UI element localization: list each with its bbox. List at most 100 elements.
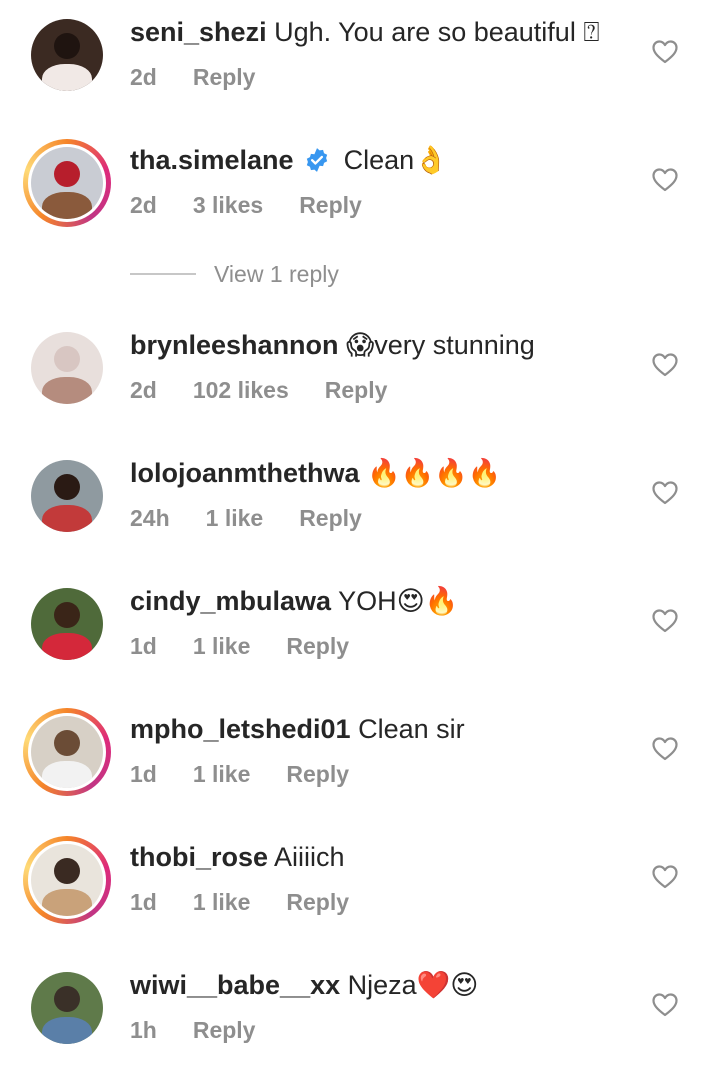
comment-row: seni_shezi Ugh. You are so beautiful ⍰ 2… — [0, 0, 720, 128]
comment-row: thobi_rose Aiiiich 1d 1 like Reply — [0, 825, 720, 953]
comment-username[interactable]: thobi_rose — [130, 842, 268, 872]
avatar — [31, 332, 103, 404]
comment-username[interactable]: brynleeshannon — [130, 330, 339, 360]
avatar-button[interactable] — [30, 971, 104, 1045]
reply-button[interactable]: Reply — [193, 64, 256, 90]
comment-meta: 2d Reply — [130, 62, 291, 92]
reply-button[interactable]: Reply — [286, 633, 349, 659]
avatar-button[interactable] — [30, 18, 104, 92]
comment-meta: 1d 1 like Reply — [130, 631, 385, 661]
comment-likes[interactable]: 3 likes — [193, 192, 263, 218]
like-heart-icon[interactable] — [652, 353, 678, 377]
comment-text: Clean sir — [358, 714, 465, 744]
avatar-button[interactable] — [30, 459, 104, 533]
avatar-figure-body — [41, 191, 93, 219]
comment-row: tha.simelane Clean👌 2d 3 likes Reply — [0, 128, 720, 256]
comment-likes[interactable]: 102 likes — [193, 377, 289, 403]
comment-likes[interactable]: 1 like — [206, 505, 264, 531]
comment-username[interactable]: cindy_mbulawa — [130, 586, 331, 616]
avatar-figure-head — [54, 161, 80, 188]
comment-time: 1d — [130, 889, 157, 915]
comment-meta: 1d 1 like Reply — [130, 759, 385, 789]
comment-meta: 1d 1 like Reply — [130, 887, 385, 917]
comment-likes[interactable]: 1 like — [193, 633, 251, 659]
comment-time: 2d — [130, 377, 157, 403]
comment-username[interactable]: seni_shezi — [130, 17, 267, 47]
comment-line: cindy_mbulawa YOH😍🔥 — [130, 583, 458, 619]
avatar-figure-body — [41, 63, 93, 91]
avatar-figure-head — [54, 730, 80, 757]
reply-button[interactable]: Reply — [193, 1017, 256, 1043]
avatar-figure-head — [54, 33, 80, 60]
comment-row: cindy_mbulawa YOH😍🔥 1d 1 like Reply — [0, 569, 720, 697]
comment-line: seni_shezi Ugh. You are so beautiful ⍰ — [130, 14, 600, 50]
avatar-button[interactable] — [30, 331, 104, 405]
avatar-figure-body — [41, 376, 93, 404]
comment-time: 1d — [130, 761, 157, 787]
avatar — [31, 844, 103, 916]
comment-username[interactable]: lolojoanmthethwa — [130, 458, 360, 488]
like-heart-icon[interactable] — [652, 737, 678, 761]
comment-text: YOH😍🔥 — [338, 586, 459, 616]
comment-meta: 24h 1 like Reply — [130, 503, 398, 533]
like-heart-icon[interactable] — [652, 168, 678, 192]
avatar-figure-head — [54, 602, 80, 629]
comment-username[interactable]: mpho_letshedi01 — [130, 714, 351, 744]
reply-button[interactable]: Reply — [286, 889, 349, 915]
like-heart-icon[interactable] — [652, 40, 678, 64]
verified-badge-icon — [304, 146, 330, 182]
avatar-figure-head — [54, 986, 80, 1013]
comment-text: 🔥🔥🔥🔥 — [367, 458, 502, 488]
comment-meta: 1h Reply — [130, 1015, 291, 1045]
avatar-button[interactable] — [23, 708, 111, 796]
reply-button[interactable]: Reply — [299, 192, 362, 218]
avatar — [31, 147, 103, 219]
comment-likes[interactable]: 1 like — [193, 761, 251, 787]
like-heart-icon[interactable] — [652, 609, 678, 633]
avatar-figure-body — [41, 1016, 93, 1044]
avatar-figure-body — [41, 632, 93, 660]
avatar-button[interactable] — [23, 139, 111, 227]
reply-button[interactable]: Reply — [299, 505, 362, 531]
comment-row: brynleeshannon 😱very stunning 2d 102 like… — [0, 313, 720, 441]
comment-text: Aiiiich — [274, 842, 345, 872]
comment-meta: 2d 102 likes Reply — [130, 375, 423, 405]
comment-text: Njeza❤️😍 — [347, 970, 479, 1000]
avatar-button[interactable] — [23, 836, 111, 924]
avatar-figure-body — [41, 504, 93, 532]
reply-button[interactable]: Reply — [286, 761, 349, 787]
comment-text: Ugh. You are so beautiful ⍰ — [274, 17, 600, 47]
avatar — [31, 460, 103, 532]
comment-time: 2d — [130, 64, 157, 90]
comment-text: 😱very stunning — [346, 330, 535, 360]
reply-button[interactable]: Reply — [325, 377, 388, 403]
avatar-figure-head — [54, 474, 80, 501]
comment-line: lolojoanmthethwa 🔥🔥🔥🔥 — [130, 455, 502, 491]
comment-line: tha.simelane Clean👌 — [130, 142, 448, 182]
avatar-figure-head — [54, 346, 80, 373]
comment-time: 2d — [130, 192, 157, 218]
avatar-button[interactable] — [30, 587, 104, 661]
comment-row: mpho_letshedi01 Clean sir 1d 1 like Reply — [0, 697, 720, 825]
view-replies-button[interactable]: View 1 reply — [130, 256, 339, 292]
avatar — [31, 972, 103, 1044]
comment-username[interactable]: wiwi__babe__xx — [130, 970, 340, 1000]
comment-time: 1d — [130, 633, 157, 659]
replies-divider — [130, 273, 196, 275]
like-heart-icon[interactable] — [652, 481, 678, 505]
comment-text: Clean👌 — [343, 145, 448, 175]
comment-likes[interactable]: 1 like — [193, 889, 251, 915]
like-heart-icon[interactable] — [652, 865, 678, 889]
comment-line: brynleeshannon 😱very stunning — [130, 327, 535, 363]
comment-meta: 2d 3 likes Reply — [130, 190, 398, 220]
comment-line: mpho_letshedi01 Clean sir — [130, 711, 465, 747]
comment-time: 24h — [130, 505, 170, 531]
avatar — [31, 19, 103, 91]
comment-line: thobi_rose Aiiiich — [130, 839, 345, 875]
avatar — [31, 588, 103, 660]
like-heart-icon[interactable] — [652, 993, 678, 1017]
comment-row: wiwi__babe__xx Njeza❤️😍 1h Reply — [0, 953, 720, 1081]
avatar — [31, 716, 103, 788]
comment-username[interactable]: tha.simelane — [130, 145, 294, 175]
avatar-figure-head — [54, 858, 80, 885]
